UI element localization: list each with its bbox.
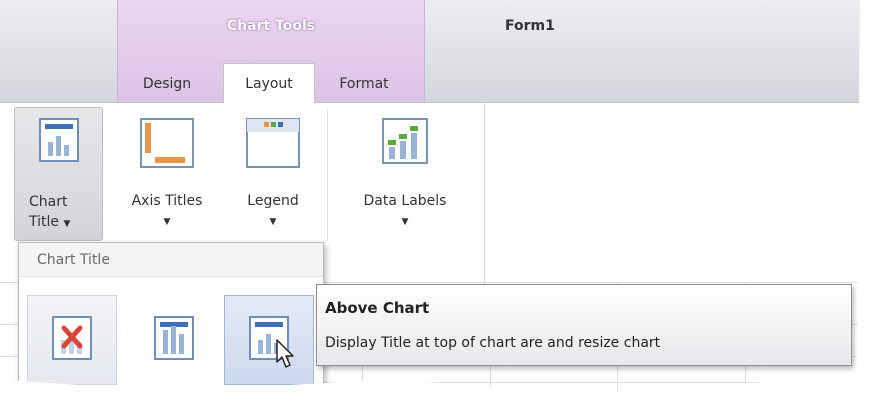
tooltip-title: Above Chart (325, 299, 430, 317)
data-labels-button[interactable]: Data Labels ▼ (340, 107, 470, 241)
tab-layout[interactable]: Layout (223, 63, 315, 103)
no-title-icon (52, 316, 92, 364)
axis-titles-label: Axis Titles (131, 193, 203, 209)
axis-titles-icon (139, 117, 195, 173)
chevron-down-icon: ▼ (63, 219, 71, 229)
data-labels-icon (381, 117, 429, 169)
overlay-title-icon (154, 316, 194, 364)
gallery-item-above-chart[interactable] (224, 295, 314, 385)
chevron-down-icon: ▼ (163, 217, 171, 227)
window-title: Form1 (505, 18, 555, 34)
chart-title-label-line2: Title (29, 214, 60, 230)
legend-button[interactable]: Legend ▼ (230, 107, 316, 241)
data-labels-label: Data Labels (363, 193, 447, 209)
ribbon-divider (484, 103, 485, 285)
chevron-down-icon: ▼ (269, 217, 277, 227)
chart-title-button[interactable]: Chart Title ▼ (14, 107, 103, 241)
application-window: Chart Tools Form1 Design Layout Format C… (0, 0, 860, 394)
legend-label: Legend (247, 193, 299, 209)
chevron-down-icon: ▼ (401, 217, 409, 227)
axis-titles-button[interactable]: Axis Titles ▼ (116, 107, 218, 241)
tab-design[interactable]: Design (127, 66, 207, 102)
group-divider (327, 109, 328, 241)
title-bar: Chart Tools Form1 Design Layout Format (0, 0, 860, 104)
gallery-item-none[interactable] (27, 295, 117, 385)
context-group-title: Chart Tools (226, 18, 316, 34)
gallery-item-centered-overlay[interactable] (129, 295, 219, 385)
legend-icon (245, 117, 301, 173)
tooltip-description: Display Title at top of chart are and re… (325, 335, 661, 351)
mouse-pointer-icon (275, 338, 297, 374)
dropdown-header: Chart Title (19, 243, 323, 277)
chart-title-icon (38, 118, 79, 166)
chart-title-label-line1: Chart (29, 194, 68, 210)
tooltip: Above Chart Display Title at top of char… (316, 284, 852, 366)
tab-format[interactable]: Format (322, 66, 406, 102)
